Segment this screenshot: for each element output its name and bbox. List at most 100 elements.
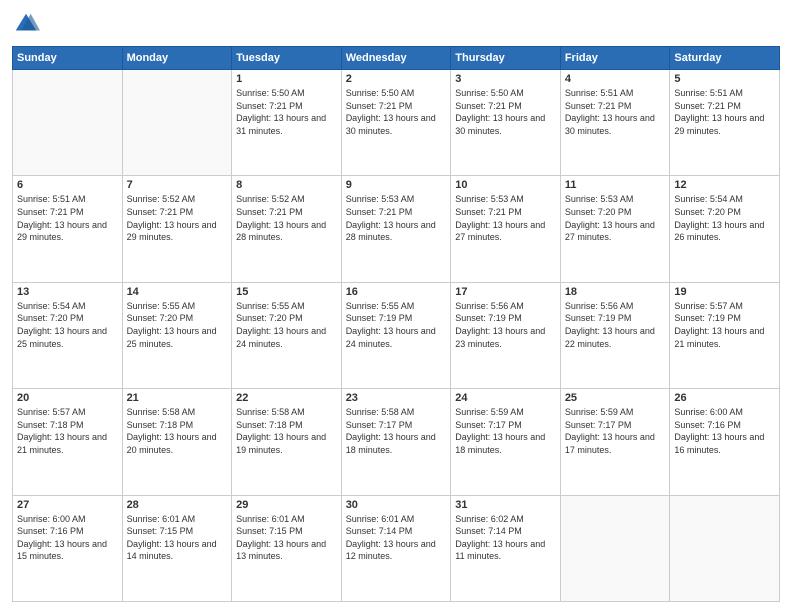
day-info: Sunrise: 5:53 AMSunset: 7:20 PMDaylight:… bbox=[565, 193, 666, 243]
day-info: Sunrise: 5:51 AMSunset: 7:21 PMDaylight:… bbox=[565, 87, 666, 137]
day-cell: 1Sunrise: 5:50 AMSunset: 7:21 PMDaylight… bbox=[232, 70, 342, 176]
day-cell: 5 Sunrise: 5:51 AMSunset: 7:21 PMDaylight… bbox=[670, 70, 780, 176]
day-info: Sunrise: 6:00 AMSunset: 7:16 PMDaylight:… bbox=[17, 513, 118, 563]
day-number: 21 bbox=[127, 392, 228, 404]
day-number: 15 bbox=[236, 286, 337, 298]
day-info: Sunrise: 5:58 AMSunset: 7:17 PMDaylight:… bbox=[346, 406, 447, 456]
day-cell: 12Sunrise: 5:54 AMSunset: 7:20 PMDayligh… bbox=[670, 176, 780, 282]
day-number: 3 bbox=[455, 73, 556, 85]
day-info: Sunrise: 6:01 AMSunset: 7:15 PMDaylight:… bbox=[127, 513, 228, 563]
day-info: Sunrise: 5:55 AMSunset: 7:20 PMDaylight:… bbox=[127, 300, 228, 350]
day-number: 22 bbox=[236, 392, 337, 404]
day-number: 29 bbox=[236, 499, 337, 511]
day-cell: 29 Sunrise: 6:01 AMSunset: 7:15 PMDayligh… bbox=[232, 495, 342, 601]
day-info: Sunrise: 5:53 AMSunset: 7:21 PMDaylight:… bbox=[455, 193, 556, 243]
day-info: Sunrise: 5:54 AMSunset: 7:20 PMDaylight:… bbox=[674, 193, 775, 243]
day-info: Sunrise: 5:51 AMSunset: 7:21 PMDaylight:… bbox=[674, 87, 775, 137]
day-cell: 24Sunrise: 5:59 AMSunset: 7:17 PMDayligh… bbox=[451, 389, 561, 495]
header bbox=[12, 10, 780, 38]
day-info: Sunrise: 5:57 AMSunset: 7:18 PMDaylight:… bbox=[17, 406, 118, 456]
header-row: SundayMondayTuesdayWednesdayThursdayFrid… bbox=[13, 47, 780, 70]
day-info: Sunrise: 5:57 AMSunset: 7:19 PMDaylight:… bbox=[674, 300, 775, 350]
day-number: 28 bbox=[127, 499, 228, 511]
col-header-saturday: Saturday bbox=[670, 47, 780, 70]
day-number: 25 bbox=[565, 392, 666, 404]
day-info: Sunrise: 5:56 AMSunset: 7:19 PMDaylight:… bbox=[565, 300, 666, 350]
day-info: Sunrise: 5:50 AMSunset: 7:21 PMDaylight:… bbox=[455, 87, 556, 137]
day-number: 5 bbox=[674, 73, 775, 85]
week-row-4: 20 Sunrise: 5:57 AMSunset: 7:18 PMDayligh… bbox=[13, 389, 780, 495]
week-row-5: 27Sunrise: 6:00 AMSunset: 7:16 PMDayligh… bbox=[13, 495, 780, 601]
day-number: 8 bbox=[236, 179, 337, 191]
day-info: Sunrise: 6:00 AMSunset: 7:16 PMDaylight:… bbox=[674, 406, 775, 456]
day-info: Sunrise: 5:50 AMSunset: 7:21 PMDaylight:… bbox=[346, 87, 447, 137]
day-number: 2 bbox=[346, 73, 447, 85]
day-cell: 31 Sunrise: 6:02 AMSunset: 7:14 PMDayligh… bbox=[451, 495, 561, 601]
day-info: Sunrise: 6:02 AMSunset: 7:14 PMDaylight:… bbox=[455, 513, 556, 563]
day-cell: 25 Sunrise: 5:59 AMSunset: 7:17 PMDayligh… bbox=[560, 389, 670, 495]
day-cell: 19Sunrise: 5:57 AMSunset: 7:19 PMDayligh… bbox=[670, 282, 780, 388]
day-info: Sunrise: 5:59 AMSunset: 7:17 PMDaylight:… bbox=[455, 406, 556, 456]
day-cell: 4 Sunrise: 5:51 AMSunset: 7:21 PMDaylight… bbox=[560, 70, 670, 176]
day-cell: 14 Sunrise: 5:55 AMSunset: 7:20 PMDayligh… bbox=[122, 282, 232, 388]
day-info: Sunrise: 5:54 AMSunset: 7:20 PMDaylight:… bbox=[17, 300, 118, 350]
day-info: Sunrise: 5:55 AMSunset: 7:20 PMDaylight:… bbox=[236, 300, 337, 350]
day-number: 18 bbox=[565, 286, 666, 298]
col-header-wednesday: Wednesday bbox=[341, 47, 451, 70]
col-header-thursday: Thursday bbox=[451, 47, 561, 70]
day-cell: 21Sunrise: 5:58 AMSunset: 7:18 PMDayligh… bbox=[122, 389, 232, 495]
day-cell: 6 Sunrise: 5:51 AMSunset: 7:21 PMDaylight… bbox=[13, 176, 123, 282]
day-cell: 2 Sunrise: 5:50 AMSunset: 7:21 PMDaylight… bbox=[341, 70, 451, 176]
day-info: Sunrise: 5:56 AMSunset: 7:19 PMDaylight:… bbox=[455, 300, 556, 350]
day-cell bbox=[560, 495, 670, 601]
logo bbox=[12, 10, 44, 38]
day-info: Sunrise: 5:52 AMSunset: 7:21 PMDaylight:… bbox=[127, 193, 228, 243]
day-number: 31 bbox=[455, 499, 556, 511]
day-number: 16 bbox=[346, 286, 447, 298]
col-header-tuesday: Tuesday bbox=[232, 47, 342, 70]
day-number: 10 bbox=[455, 179, 556, 191]
day-number: 4 bbox=[565, 73, 666, 85]
col-header-sunday: Sunday bbox=[13, 47, 123, 70]
day-number: 23 bbox=[346, 392, 447, 404]
logo-icon bbox=[12, 10, 40, 38]
day-number: 17 bbox=[455, 286, 556, 298]
day-cell: 17 Sunrise: 5:56 AMSunset: 7:19 PMDayligh… bbox=[451, 282, 561, 388]
day-cell: 15 Sunrise: 5:55 AMSunset: 7:20 PMDayligh… bbox=[232, 282, 342, 388]
day-info: Sunrise: 5:51 AMSunset: 7:21 PMDaylight:… bbox=[17, 193, 118, 243]
day-number: 9 bbox=[346, 179, 447, 191]
day-cell: 3 Sunrise: 5:50 AMSunset: 7:21 PMDaylight… bbox=[451, 70, 561, 176]
day-info: Sunrise: 5:58 AMSunset: 7:18 PMDaylight:… bbox=[236, 406, 337, 456]
day-info: Sunrise: 5:52 AMSunset: 7:21 PMDaylight:… bbox=[236, 193, 337, 243]
day-cell: 8 Sunrise: 5:52 AMSunset: 7:21 PMDaylight… bbox=[232, 176, 342, 282]
day-cell: 16 Sunrise: 5:55 AMSunset: 7:19 PMDayligh… bbox=[341, 282, 451, 388]
day-cell: 28 Sunrise: 6:01 AMSunset: 7:15 PMDayligh… bbox=[122, 495, 232, 601]
day-info: Sunrise: 5:53 AMSunset: 7:21 PMDaylight:… bbox=[346, 193, 447, 243]
day-number: 14 bbox=[127, 286, 228, 298]
day-info: Sunrise: 5:59 AMSunset: 7:17 PMDaylight:… bbox=[565, 406, 666, 456]
day-cell bbox=[670, 495, 780, 601]
day-cell: 7 Sunrise: 5:52 AMSunset: 7:21 PMDaylight… bbox=[122, 176, 232, 282]
day-cell bbox=[122, 70, 232, 176]
day-number: 11 bbox=[565, 179, 666, 191]
day-number: 26 bbox=[674, 392, 775, 404]
day-cell: 9 Sunrise: 5:53 AMSunset: 7:21 PMDaylight… bbox=[341, 176, 451, 282]
week-row-2: 6 Sunrise: 5:51 AMSunset: 7:21 PMDaylight… bbox=[13, 176, 780, 282]
day-number: 20 bbox=[17, 392, 118, 404]
day-number: 30 bbox=[346, 499, 447, 511]
day-info: Sunrise: 5:50 AMSunset: 7:21 PMDaylight:… bbox=[236, 87, 337, 137]
day-info: Sunrise: 6:01 AMSunset: 7:15 PMDaylight:… bbox=[236, 513, 337, 563]
week-row-3: 13 Sunrise: 5:54 AMSunset: 7:20 PMDayligh… bbox=[13, 282, 780, 388]
calendar-table: SundayMondayTuesdayWednesdayThursdayFrid… bbox=[12, 46, 780, 602]
day-cell: 27Sunrise: 6:00 AMSunset: 7:16 PMDayligh… bbox=[13, 495, 123, 601]
page: SundayMondayTuesdayWednesdayThursdayFrid… bbox=[0, 0, 792, 612]
day-info: Sunrise: 5:55 AMSunset: 7:19 PMDaylight:… bbox=[346, 300, 447, 350]
day-cell: 30Sunrise: 6:01 AMSunset: 7:14 PMDayligh… bbox=[341, 495, 451, 601]
day-cell: 22 Sunrise: 5:58 AMSunset: 7:18 PMDayligh… bbox=[232, 389, 342, 495]
day-cell bbox=[13, 70, 123, 176]
day-number: 13 bbox=[17, 286, 118, 298]
day-cell: 23 Sunrise: 5:58 AMSunset: 7:17 PMDayligh… bbox=[341, 389, 451, 495]
week-row-1: 1Sunrise: 5:50 AMSunset: 7:21 PMDaylight… bbox=[13, 70, 780, 176]
day-number: 7 bbox=[127, 179, 228, 191]
day-number: 6 bbox=[17, 179, 118, 191]
